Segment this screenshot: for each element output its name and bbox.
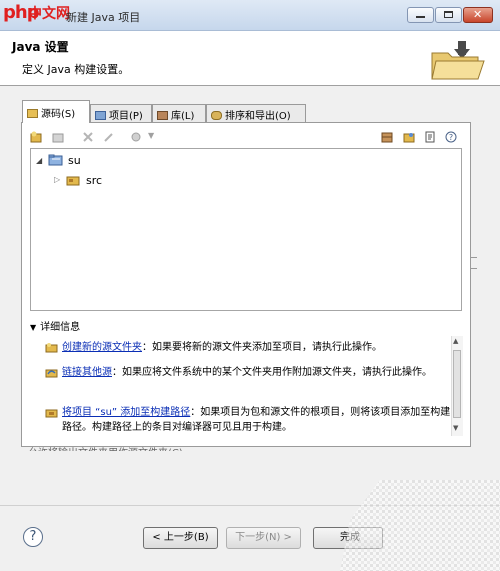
help-icon[interactable]: ? (445, 131, 457, 143)
tab-libraries-label: 库(L) (171, 111, 195, 122)
open-folder-icon (431, 41, 485, 80)
collapsed-chevron-icon[interactable]: ▷ (54, 175, 60, 184)
close-button[interactable]: ✕ (463, 7, 493, 23)
configure-icon (131, 132, 141, 142)
details-item-text: ：如果要将新的源文件夹添加至项目，请执行此操作。 (142, 342, 382, 353)
scrollbar-grip[interactable] (471, 257, 477, 269)
project-icon (95, 111, 106, 120)
order-export-icon (211, 111, 222, 120)
link-source-icon (52, 133, 64, 143)
collapse-chevron-icon: ▼ (30, 323, 37, 332)
folder-icon (27, 109, 38, 118)
tree-scrollbar[interactable] (469, 150, 480, 310)
remove-icon (83, 132, 93, 142)
tree-project-label[interactable]: su (68, 154, 81, 167)
add-source-folder-icon[interactable] (30, 131, 42, 143)
maximize-button[interactable] (435, 7, 462, 23)
details-toggle-label: 详细信息 (40, 322, 81, 333)
minimize-button[interactable] (407, 7, 434, 23)
link-other-source-link[interactable]: 链接其他源 (62, 367, 112, 378)
page-title: Java 设置 (12, 40, 69, 54)
tab-source[interactable]: 源码(S) (22, 100, 90, 123)
expanded-chevron-icon[interactable]: ◢ (36, 156, 42, 165)
filter-icon[interactable] (424, 131, 436, 143)
close-icon: ✕ (473, 8, 483, 21)
tab-source-label: 源码(S) (41, 109, 76, 120)
back-button[interactable]: < 上一步(B) (143, 527, 218, 549)
source-folder-icon (66, 176, 80, 186)
new-source-folder-icon (45, 343, 58, 353)
link-source-folder-icon (45, 369, 58, 378)
allow-output-folder-checkbox-label[interactable]: 允许将输出文件夹用作源文件夹(C) (28, 444, 468, 451)
source-tree[interactable]: ◢ su ▷ src (30, 148, 462, 311)
package-icon[interactable] (381, 131, 393, 143)
tab-libraries[interactable]: 库(L) (152, 104, 206, 122)
configure-dropdown-chevron-icon: ▼ (148, 131, 155, 140)
help-button[interactable]: ? (23, 527, 43, 547)
details-toggle[interactable]: ▼ 详细信息 (30, 318, 80, 333)
tab-order-export[interactable]: 排序和导出(O) (206, 104, 306, 122)
window-title: 新建 Java 项目 (66, 11, 141, 24)
watermark-pattern (340, 480, 500, 571)
site-logo-cn: 中文网 (28, 6, 70, 22)
wizard-header: Java 设置 定义 Java 构建设置。 (0, 31, 500, 86)
tree-folder-label[interactable]: src (86, 174, 102, 187)
scrollbar-thumb[interactable] (453, 350, 461, 418)
java-project-icon (48, 154, 63, 166)
create-source-folder-link[interactable]: 创建新的源文件夹 (62, 342, 142, 353)
add-to-build-path-icon (45, 409, 58, 418)
tab-order-export-label: 排序和导出(O) (225, 111, 291, 122)
library-icon (157, 111, 168, 120)
minimize-icon (416, 16, 425, 18)
details-scrollbar[interactable]: ▲ ▼ (451, 336, 463, 436)
scroll-down-icon[interactable]: ▼ (453, 424, 458, 432)
edit-icon (104, 133, 113, 142)
tab-projects-label: 项目(P) (109, 111, 143, 122)
tab-projects[interactable]: 项目(P) (90, 104, 152, 122)
import-folder-icon[interactable] (403, 131, 415, 143)
next-button[interactable]: 下一步(N) > (226, 527, 301, 549)
svg-text:?: ? (449, 133, 453, 142)
title-bar: php 中文网 新建 Java 项目 ✕ (0, 0, 500, 31)
maximize-icon (444, 11, 453, 18)
scroll-up-icon[interactable]: ▲ (453, 337, 458, 345)
details-item-text: ：如果应将文件系统中的某个文件夹用作附加源文件夹，请执行此操作。 (112, 367, 432, 378)
page-description: 定义 Java 构建设置。 (22, 63, 130, 76)
add-project-to-build-path-link[interactable]: 将项目 “su” 添加至构建路径 (62, 407, 190, 418)
